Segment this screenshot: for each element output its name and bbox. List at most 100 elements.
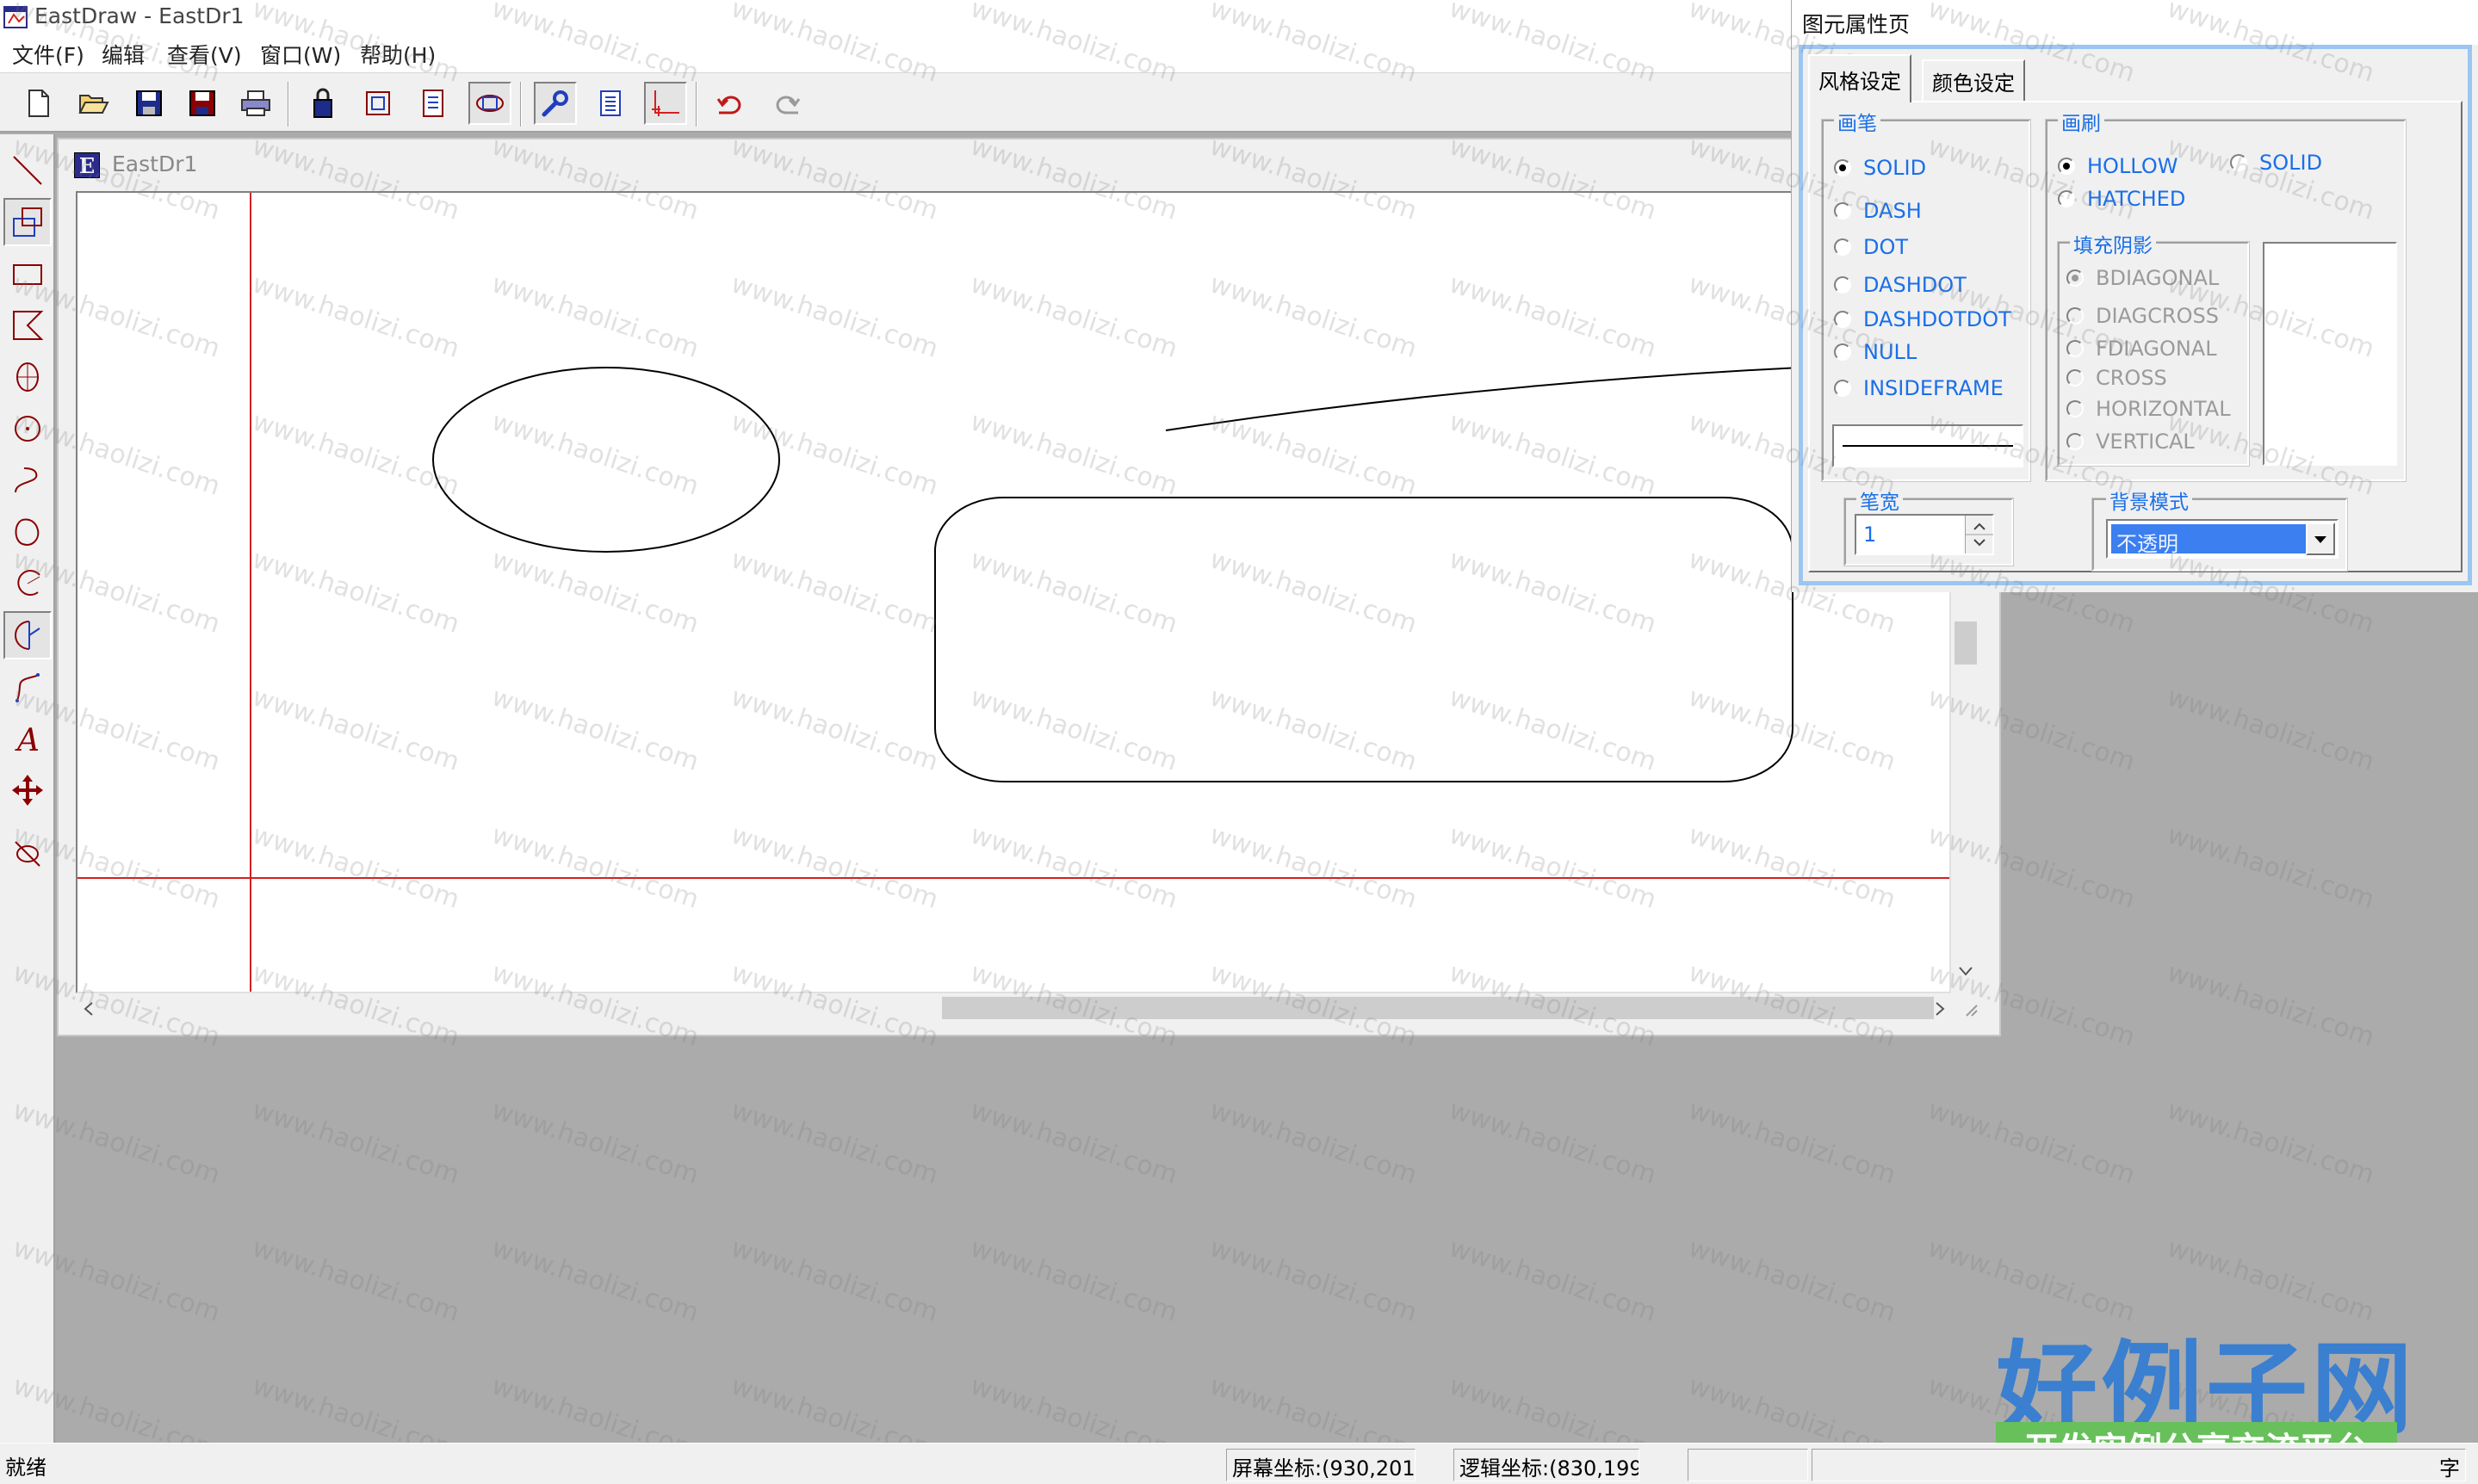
new-file-icon[interactable] xyxy=(17,82,60,125)
app-title: EastDraw - EastDr1 xyxy=(34,3,245,28)
bg-mode-select[interactable]: 不透明 xyxy=(2106,519,2339,559)
menu-file[interactable]: 文件(F) xyxy=(12,39,84,70)
document-icon[interactable] xyxy=(589,82,632,125)
radio-button[interactable] xyxy=(2058,158,2075,175)
bg-mode-dropdown-button[interactable] xyxy=(2306,522,2335,555)
hatch-horizontal-radio[interactable]: HORIZONTAL xyxy=(2066,397,2231,421)
watermark-text: www.haolizi.com xyxy=(2163,957,2378,1053)
hatch-diagcross-radio[interactable]: DIAGCROSS xyxy=(2066,304,2219,328)
layer-icon[interactable] xyxy=(468,82,511,125)
menu-edit[interactable]: 编辑 xyxy=(102,39,145,70)
lock-icon[interactable] xyxy=(301,82,344,125)
size-grip-icon[interactable] xyxy=(1961,1000,1979,1017)
scroll-left-icon[interactable] xyxy=(83,1001,95,1017)
frame-icon[interactable] xyxy=(356,82,400,125)
svg-text:A: A xyxy=(15,723,40,756)
brush-hatched-radio[interactable]: HATCHED xyxy=(2058,187,2185,211)
radio-button[interactable] xyxy=(2066,433,2084,450)
print-icon[interactable] xyxy=(234,82,277,125)
save-as-icon[interactable] xyxy=(181,82,224,125)
radio-button[interactable] xyxy=(1834,380,1851,397)
open-folder-icon[interactable] xyxy=(72,82,115,125)
brush-group: 画刷 HOLLOW SOLID HATCHED 填充阴影 BDIAGONAL D… xyxy=(2045,107,2407,482)
polyline-tool-icon[interactable] xyxy=(3,198,52,246)
text-tool-icon[interactable]: A xyxy=(3,714,52,763)
brush-preview xyxy=(2263,242,2397,466)
pen-insideframe-label: INSIDEFRAME xyxy=(1863,376,2004,400)
pen-solid-radio[interactable]: SOLID xyxy=(1834,156,1926,180)
hatch-bdiagonal-radio[interactable]: BDIAGONAL xyxy=(2066,266,2219,290)
pen-dash-radio[interactable]: DASH xyxy=(1834,199,1922,223)
menu-window[interactable]: 窗口(W) xyxy=(260,39,341,70)
watermark-text: www.haolizi.com xyxy=(727,1233,942,1328)
erase-tool-icon[interactable] xyxy=(3,828,52,876)
hatch-fdiagonal-radio[interactable]: FDIAGONAL xyxy=(2066,337,2217,361)
radio-button[interactable] xyxy=(2066,307,2084,325)
hatch-group-label: 填充阴影 xyxy=(2070,229,2156,258)
arc-tool-icon[interactable] xyxy=(3,560,52,608)
pie-tool-icon[interactable] xyxy=(3,611,52,659)
menu-view[interactable]: 查看(V) xyxy=(167,39,242,70)
app-icon xyxy=(3,4,29,30)
axis-icon[interactable] xyxy=(644,82,687,125)
hatch-vertical-radio[interactable]: VERTICAL xyxy=(2066,430,2195,454)
curve-tool-icon[interactable] xyxy=(3,456,52,504)
pen-dashdotdot-radio[interactable]: DASHDOTDOT xyxy=(1834,307,2011,331)
drawing-canvas[interactable] xyxy=(76,191,1951,993)
polygon-tool-icon[interactable] xyxy=(3,301,52,349)
tab-color-settings[interactable]: 颜色设定 xyxy=(1922,59,2025,101)
hatch-cross-label: CROSS xyxy=(2096,366,2167,390)
radio-button[interactable] xyxy=(2066,369,2084,386)
wrench-icon[interactable] xyxy=(534,82,577,125)
pen-dashdot-radio[interactable]: DASHDOT xyxy=(1834,273,1967,297)
brush-solid-radio[interactable]: SOLID xyxy=(2230,151,2322,175)
hatch-vertical-label: VERTICAL xyxy=(2096,430,2195,454)
scroll-right-icon[interactable] xyxy=(1934,1001,1946,1017)
tab-style-settings[interactable]: 风格设定 xyxy=(1808,54,1911,102)
watermark-text: www.haolizi.com xyxy=(1684,1233,1899,1328)
radio-button[interactable] xyxy=(2066,400,2084,417)
radio-button[interactable] xyxy=(1834,238,1851,256)
pen-width-input[interactable]: 1 xyxy=(1855,514,1994,555)
save-icon[interactable] xyxy=(127,82,170,125)
toolbar-separator xyxy=(288,82,289,127)
radio-button[interactable] xyxy=(2066,269,2084,287)
move-tool-icon[interactable] xyxy=(3,766,52,814)
horizontal-scroll-thumb[interactable] xyxy=(942,997,1934,1019)
undo-icon[interactable] xyxy=(709,82,753,125)
radio-button[interactable] xyxy=(1834,159,1851,176)
radio-button[interactable] xyxy=(1834,311,1851,328)
bezier-tool-icon[interactable] xyxy=(3,663,52,711)
menu-help[interactable]: 帮助(H) xyxy=(360,39,436,70)
round-shape-tool-icon[interactable] xyxy=(3,508,52,556)
pen-dot-radio[interactable]: DOT xyxy=(1834,235,1908,259)
radio-button[interactable] xyxy=(1834,343,1851,361)
brush-hollow-radio[interactable]: HOLLOW xyxy=(2058,154,2178,178)
radio-button[interactable] xyxy=(2066,340,2084,357)
line-tool-icon[interactable] xyxy=(3,146,52,195)
pen-width-spinner[interactable] xyxy=(1965,516,1993,553)
vertical-scroll-thumb[interactable] xyxy=(1955,621,1977,665)
redo-icon[interactable] xyxy=(765,82,808,125)
toolbar-separator xyxy=(696,82,697,127)
watermark-text: www.haolizi.com xyxy=(966,1095,1181,1190)
ellipse-tool-icon[interactable] xyxy=(3,353,52,401)
circle-tool-icon[interactable] xyxy=(3,405,52,453)
page-setup-icon[interactable] xyxy=(412,82,455,125)
radio-button[interactable] xyxy=(2058,190,2075,207)
radio-button[interactable] xyxy=(1834,276,1851,294)
spinner-arrows-icon[interactable] xyxy=(1966,516,1993,553)
horizontal-scrollbar[interactable] xyxy=(76,993,1951,1023)
rectangle-tool-icon[interactable] xyxy=(3,250,52,298)
bg-mode-label: 背景模式 xyxy=(2106,485,2192,515)
chevron-down-icon[interactable] xyxy=(2308,524,2333,553)
radio-button[interactable] xyxy=(1834,202,1851,220)
watermark-text: www.haolizi.com xyxy=(2163,1095,2378,1190)
dialog-title: 图元属性页 xyxy=(1802,12,1911,37)
scroll-down-icon[interactable] xyxy=(1958,966,1973,978)
pen-insideframe-radio[interactable]: INSIDEFRAME xyxy=(1834,376,2004,400)
radio-button[interactable] xyxy=(2230,154,2247,171)
pen-group-label: 画笔 xyxy=(1834,107,1880,136)
hatch-cross-radio[interactable]: CROSS xyxy=(2066,366,2167,390)
pen-null-radio[interactable]: NULL xyxy=(1834,340,1917,364)
